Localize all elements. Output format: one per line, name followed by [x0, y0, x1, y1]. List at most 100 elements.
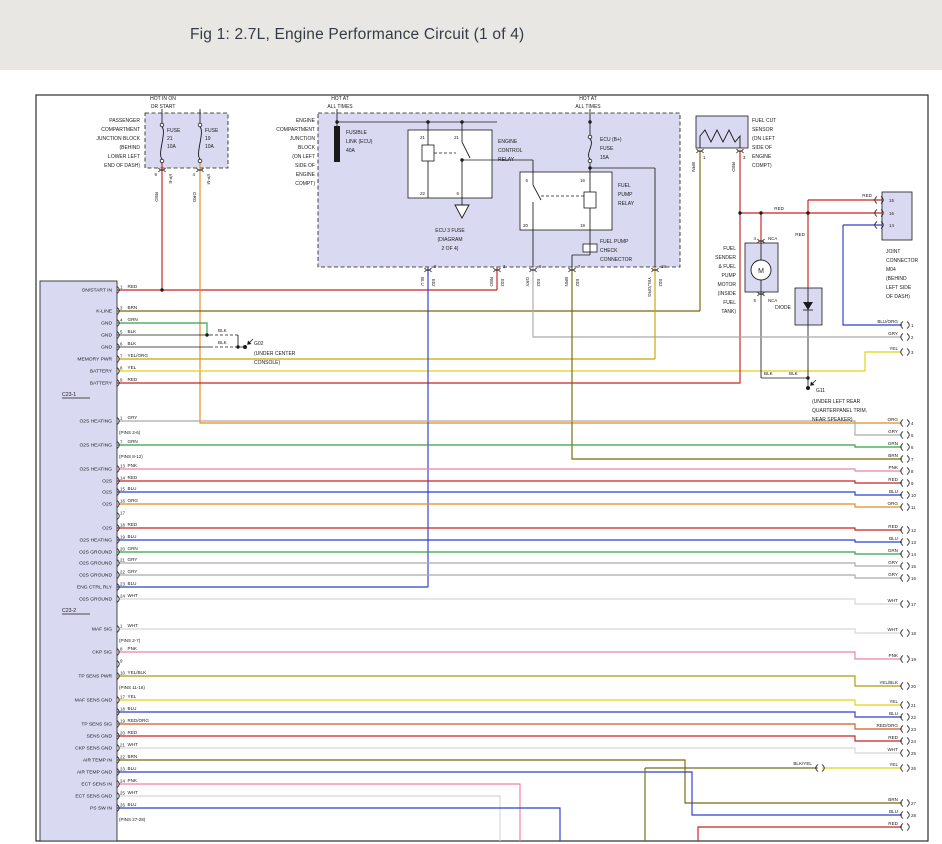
ecm-pin-label: O2S [102, 502, 113, 508]
ecm-wire-color: WHT [128, 593, 139, 598]
edge-pin-number: 19 [911, 657, 916, 662]
edge-pin-number: 3 [911, 350, 914, 355]
ecm-wire-color: BLU [128, 534, 137, 539]
edge-wire-color: BLU [889, 489, 898, 494]
diagram-label: 40A [346, 148, 356, 154]
joint-pin-number: 14 [889, 223, 894, 228]
diagram-label: ORG [192, 192, 197, 203]
fusible-link-icon [334, 126, 340, 162]
diagram-label: FUSE [205, 128, 219, 134]
ecm-wire-color: RED [128, 730, 138, 735]
ecm-pin-label: TP SENS SIG [81, 722, 112, 728]
ecm-wire-color: RED [128, 522, 138, 527]
junction-dot [460, 158, 463, 161]
diagram-label: CONNECTOR [886, 258, 919, 264]
edge-wire-color: BLU/ORG [877, 319, 898, 324]
connector-mark-icon [901, 551, 910, 558]
diagram-label: FUEL CUT [752, 118, 776, 124]
diagram-label: QUARTERPANEL TRIM, [812, 408, 867, 414]
diagram-label: SENDER [715, 255, 736, 261]
connector-mark-icon [901, 656, 910, 663]
wire-red [698, 827, 902, 841]
relay-box [408, 130, 492, 198]
diagram-label: 2 OF 4) [442, 246, 459, 252]
edge-pin-number: 26 [911, 766, 916, 771]
edge-wire-color: BRN [888, 797, 898, 802]
ecm-wire-color: RED [128, 284, 138, 289]
diagram-label: CONNECTOR [600, 257, 633, 263]
diagram-label: 21 [454, 135, 459, 140]
ground-icon [243, 345, 247, 349]
exit-connector-name: E02 [431, 279, 436, 287]
connector-mark-icon [901, 630, 910, 637]
diagram-label: LOWER LEFT [108, 154, 140, 160]
connector-mark-icon [901, 714, 910, 721]
edge-pin-number: 15 [911, 564, 916, 569]
ecm-wire-color: RED [128, 475, 138, 480]
junction-dot [205, 333, 208, 336]
wire-blu [117, 712, 902, 717]
edge-wire-color: BLU [889, 711, 898, 716]
edge-pin-number: 5 [911, 433, 914, 438]
ecm-wire-color: GRN [128, 439, 138, 444]
component-box [145, 113, 228, 168]
edge-pin-number: 6 [911, 445, 914, 450]
ecm-pin-note: (PINS 2-7) [119, 638, 141, 643]
connector-mark-icon [901, 468, 910, 475]
connector-mark-icon [901, 539, 910, 546]
ecm-pin-label: O2S GROUND [79, 597, 112, 603]
ecm-pin-label: K-LINE [96, 309, 113, 315]
diagram-label: FUEL PUMP [600, 239, 629, 245]
wiring-diagram: 9BLUE022REDE026GRYE027BRNE0218YEL/ORGE02… [0, 0, 942, 844]
ecm-pin-label: AIR TEMP IN [83, 758, 113, 764]
ecm-pin-label: MAF SENS GND [75, 698, 113, 704]
wire-grn [117, 552, 902, 554]
diagram-label: (DIAGRAM [438, 237, 463, 243]
diagram-label: 19 [580, 223, 585, 228]
ecm-pin-number: 8 [120, 366, 123, 371]
ecm-pin-label: O2S [102, 526, 113, 532]
ecm-wire-color: PNK [128, 646, 138, 651]
wire-pnk [117, 469, 902, 471]
ecm-wire-color: YEL [128, 365, 137, 370]
diagram-label: FUEL [723, 300, 736, 306]
edge-pin-number: 18 [911, 631, 916, 636]
fuse-icon [198, 123, 202, 127]
ecm-wire-color: RED/ORG [128, 718, 150, 723]
wire-yel [117, 700, 902, 705]
fuse-icon [588, 135, 592, 139]
edge-wire-color: WHT [888, 598, 899, 603]
connector-mark-icon [901, 432, 910, 439]
fuse-icon [160, 159, 164, 163]
diagram-label: NEAR SPEAKER) [812, 417, 853, 423]
connector-mark-icon [901, 683, 910, 690]
diagram-label: (ON LEFT [292, 154, 315, 160]
ecm-pin-label: O2S HEATING [79, 467, 112, 473]
ecm-wire-color: BLU [128, 802, 137, 807]
edge-wire-color: RED [888, 477, 898, 482]
edge-pin-number: 24 [911, 739, 916, 744]
wire-blk [238, 335, 243, 347]
exit-wire-color: YEL/ORG [647, 277, 652, 298]
ecm-pin-number: 3 [120, 306, 123, 311]
edge-wire-color: GRY [888, 429, 898, 434]
ecm-wire-color: BRN [128, 305, 138, 310]
junction-dot [588, 120, 591, 123]
wire-grn [117, 445, 902, 447]
diagram-label: 10A [167, 144, 177, 150]
diagram-label: COMPT) [295, 181, 315, 187]
ground-icon [806, 386, 810, 390]
edge-pin-number: 2 [911, 335, 914, 340]
diagram-label: ECU (B+) [600, 137, 622, 143]
diagram-label: FUEL [723, 246, 736, 252]
diagram-label: (UNDER CENTER [254, 351, 296, 357]
diagram-label: CONSOLE) [254, 360, 280, 366]
diagram-label: RED [731, 162, 736, 172]
ecm-pin-number: 19 [120, 719, 125, 724]
connector-mark-icon [901, 824, 910, 831]
edge-pin-number: 21 [911, 703, 916, 708]
relay-box [520, 172, 612, 230]
edge-pin-number: 8 [911, 469, 914, 474]
diagram-label: FUSE [167, 128, 181, 134]
exit-connector-name: E02 [658, 279, 663, 287]
